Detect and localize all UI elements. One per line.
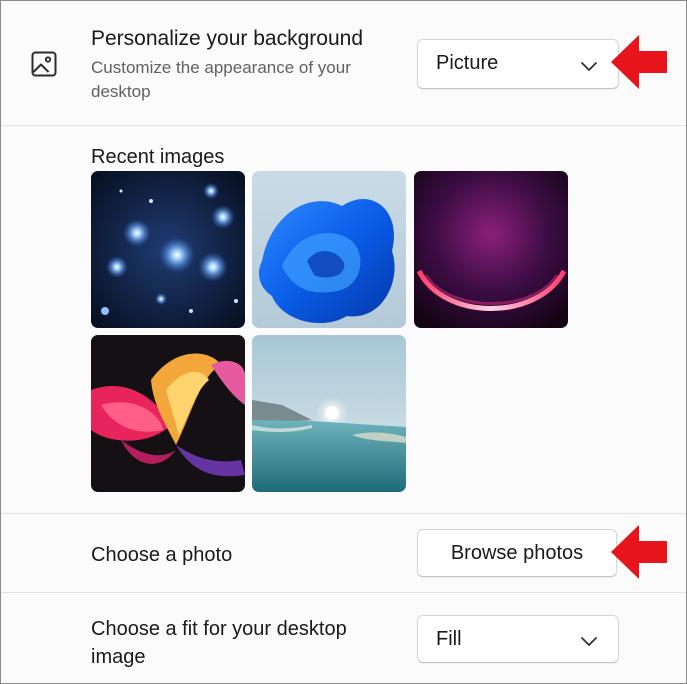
- recent-image-thumbnail[interactable]: [252, 335, 406, 492]
- fit-value: Fill: [436, 628, 462, 650]
- background-settings-panel: Personalize your background Customize th…: [0, 0, 687, 684]
- recent-image-thumbnail[interactable]: [414, 171, 568, 328]
- choose-fit-row: Choose a fit for your desktop image Fill: [1, 592, 686, 683]
- browse-photos-button[interactable]: Browse photos: [417, 529, 617, 577]
- chevron-down-icon: [580, 59, 598, 71]
- picture-icon: [29, 49, 59, 79]
- recent-images-label: Recent images: [91, 146, 225, 168]
- recent-image-thumbnail[interactable]: [91, 335, 245, 492]
- page-title: Personalize your background: [91, 27, 363, 50]
- background-type-value: Picture: [436, 52, 499, 74]
- background-type-dropdown[interactable]: Picture: [417, 39, 619, 89]
- choose-photo-row: Choose a photo Browse photos: [1, 513, 686, 592]
- recent-image-thumbnail[interactable]: [91, 171, 245, 328]
- red-arrow-annotation: [609, 31, 669, 93]
- personalize-background-card: Personalize your background Customize th…: [1, 1, 686, 126]
- chevron-down-icon: [580, 634, 598, 646]
- choose-photo-label: Choose a photo: [91, 544, 233, 566]
- recent-image-thumbnail[interactable]: [252, 171, 406, 328]
- page-subtitle: Customize the appearance of your desktop: [91, 58, 351, 101]
- red-arrow-annotation: [609, 521, 669, 583]
- choose-fit-label: Choose a fit for your desktop image: [91, 618, 347, 668]
- fit-dropdown[interactable]: Fill: [417, 615, 619, 663]
- recent-images-section: Recent images: [1, 126, 686, 512]
